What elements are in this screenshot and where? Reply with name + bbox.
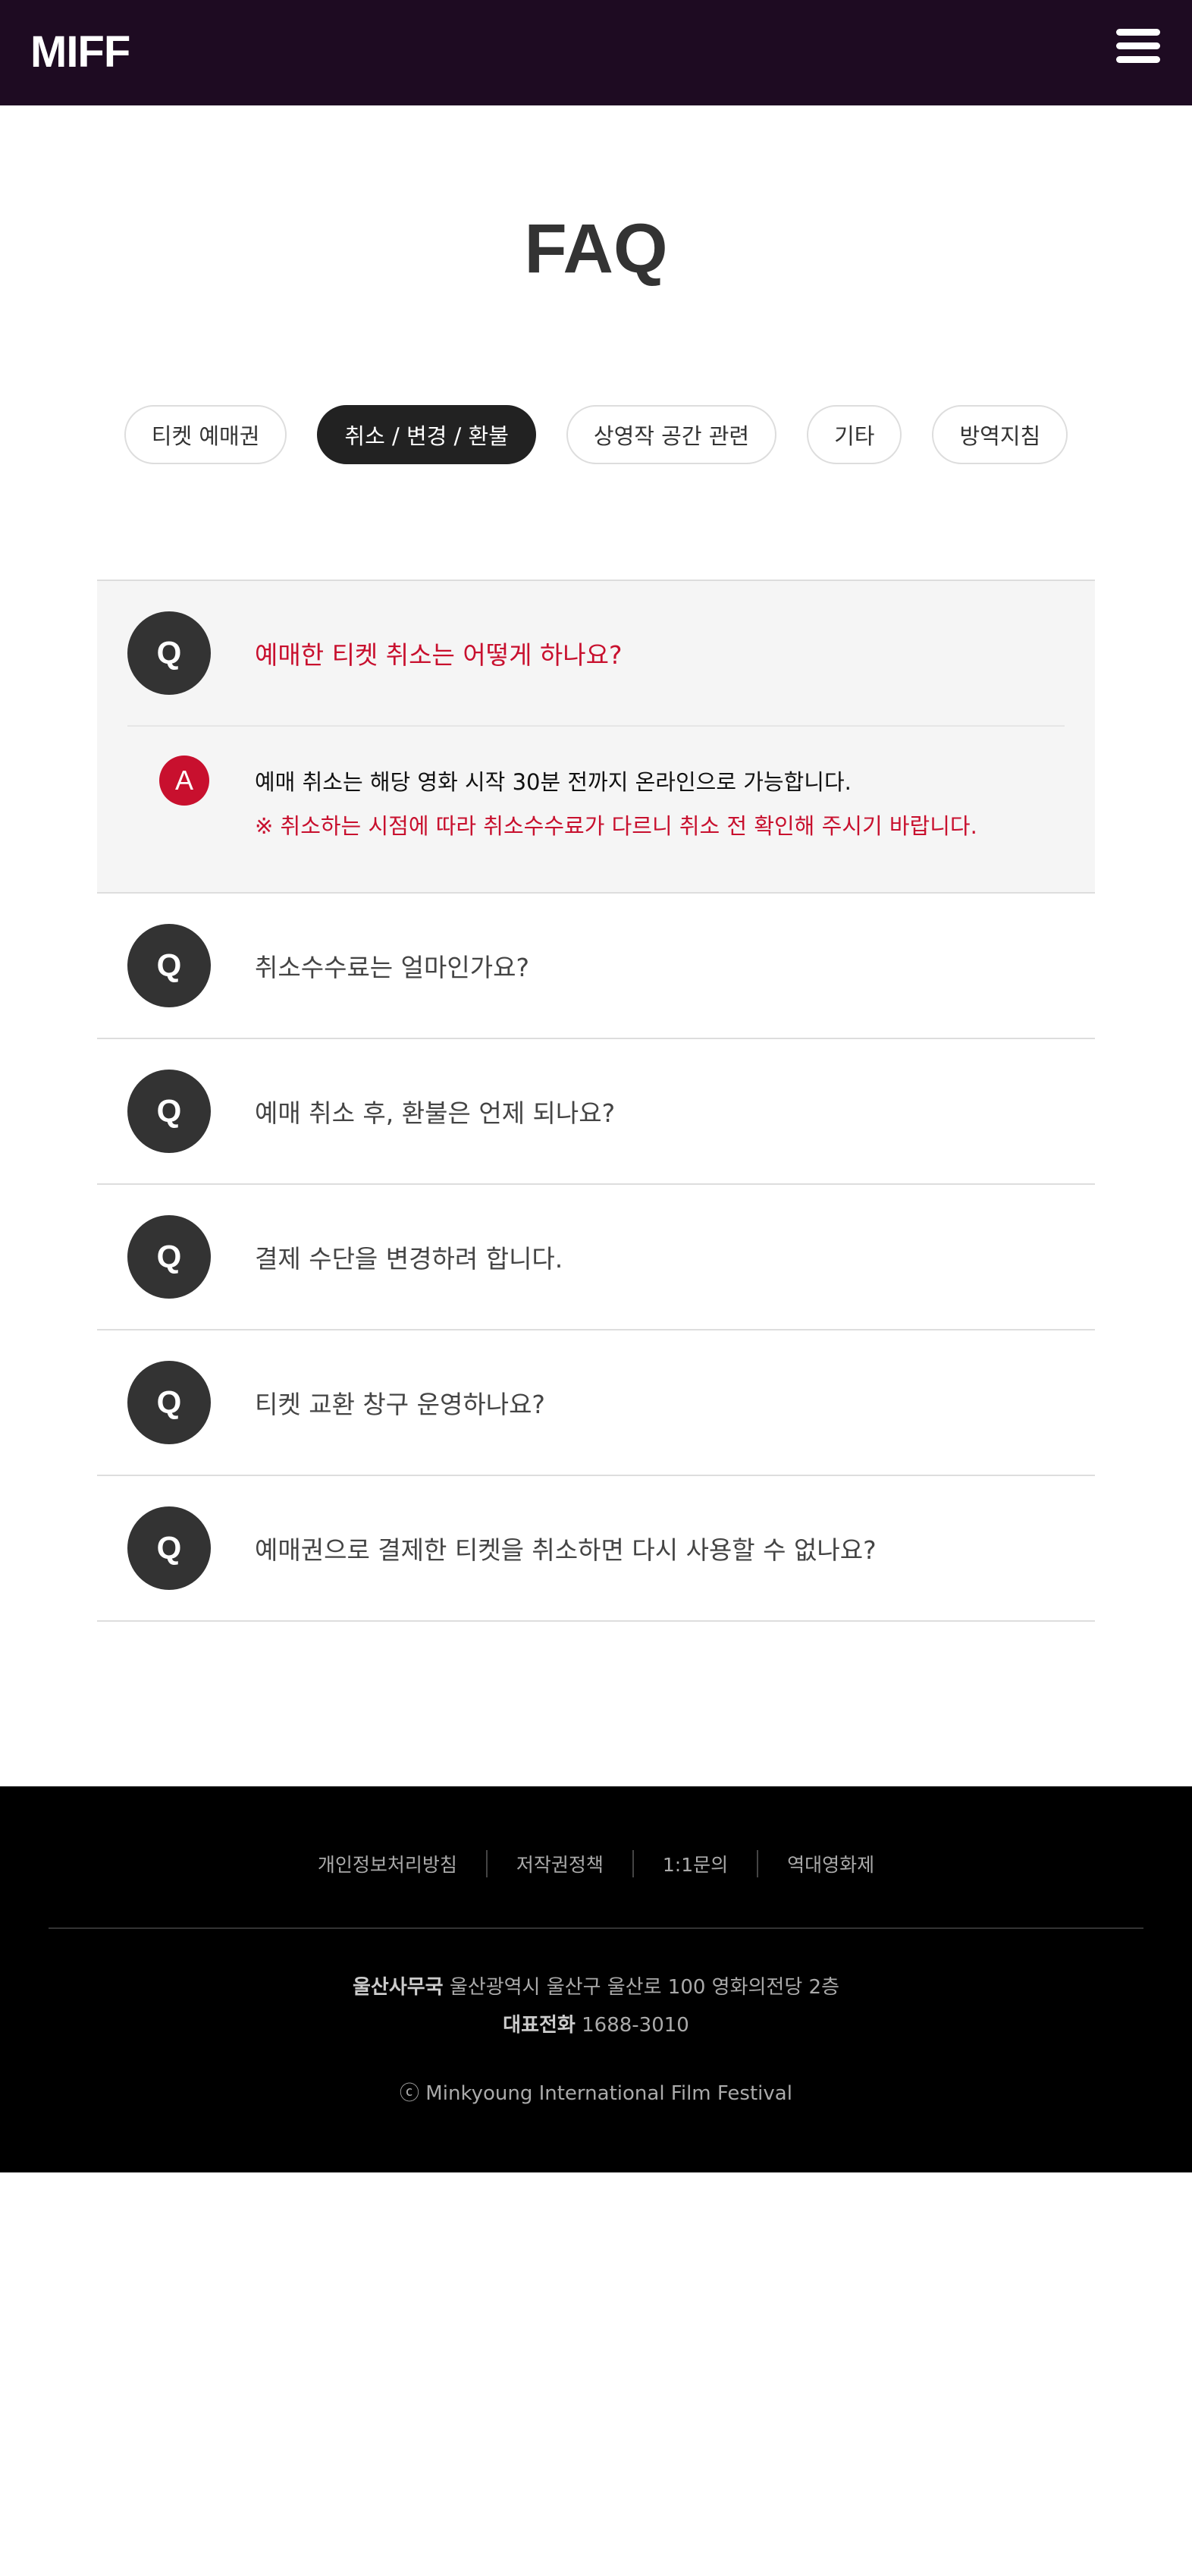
phone-label: 대표전화 (503, 2014, 576, 2037)
question-badge: Q (127, 1070, 211, 1153)
question-badge: Q (127, 1506, 211, 1590)
footer-link-privacy[interactable]: 개인정보처리방침 (289, 1850, 486, 1877)
faq-question-row[interactable]: Q 예매권으로 결제한 티켓을 취소하면 다시 사용할 수 없나요? (97, 1476, 1095, 1620)
answer-badge: A (159, 756, 209, 806)
footer-divider (49, 1927, 1143, 1929)
faq-answer: A 예매 취소는 해당 영화 시작 30분 전까지 온라인으로 가능합니다. ※… (127, 725, 1065, 892)
answer-body: 예매 취소는 해당 영화 시작 30분 전까지 온라인으로 가능합니다. (255, 769, 852, 795)
tab-cancel-change-refund[interactable]: 취소 / 변경 / 환불 (317, 405, 536, 464)
question-badge: Q (127, 924, 211, 1007)
office-address: 울산광역시 울산구 울산로 100 영화의전당 2층 (449, 1976, 839, 1999)
question-badge: Q (127, 1361, 211, 1444)
faq-item: Q 예매 취소 후, 환불은 언제 되나요? (97, 1039, 1095, 1185)
question-badge: Q (127, 611, 211, 695)
tab-ticket-voucher[interactable]: 티켓 예매권 (124, 405, 287, 464)
faq-question-row[interactable]: Q 취소수수료는 얼마인가요? (97, 894, 1095, 1038)
tab-etc[interactable]: 기타 (807, 405, 902, 464)
menu-bar (1116, 56, 1160, 63)
page-title: FAQ (524, 210, 668, 287)
faq-category-tabs: 티켓 예매권 취소 / 변경 / 환불 상영작 공간 관련 기타 방역지침 (0, 405, 1192, 464)
faq-answer-text: 예매 취소는 해당 영화 시작 30분 전까지 온라인으로 가능합니다. ※ 취… (255, 760, 977, 848)
faq-question-row[interactable]: Q 예매 취소 후, 환불은 언제 되나요? (97, 1039, 1095, 1183)
faq-question: 예매권으로 결제한 티켓을 취소하면 다시 사용할 수 없나요? (255, 1535, 877, 1565)
faq-item: Q 예매권으로 결제한 티켓을 취소하면 다시 사용할 수 없나요? (97, 1476, 1095, 1622)
faq-question: 예매 취소 후, 환불은 언제 되나요? (255, 1098, 616, 1128)
faq-question-row[interactable]: Q 티켓 교환 창구 운영하나요? (97, 1330, 1095, 1475)
faq-item: Q 결제 수단을 변경하려 합니다. (97, 1185, 1095, 1330)
faq-item: Q 티켓 교환 창구 운영하나요? (97, 1330, 1095, 1476)
hamburger-menu-icon[interactable] (1115, 27, 1162, 65)
site-footer: 개인정보처리방침 저작권정책 1:1문의 역대영화제 울산사무국 울산광역시 울… (0, 1786, 1192, 2172)
office-address-line: 울산사무국 울산광역시 울산구 울산로 100 영화의전당 2층 (0, 1968, 1192, 2006)
faq-question: 취소수수료는 얼마인가요? (255, 953, 529, 982)
question-badge: Q (127, 1215, 211, 1299)
answer-note: ※ 취소하는 시점에 따라 취소수수료가 다르니 취소 전 확인해 주시기 바랍… (255, 813, 977, 839)
faq-item: Q 취소수수료는 얼마인가요? (97, 894, 1095, 1039)
site-logo[interactable]: MIFF (30, 27, 130, 77)
tab-quarantine-guide[interactable]: 방역지침 (932, 405, 1068, 464)
office-label: 울산사무국 (352, 1976, 444, 1999)
footer-link-inquiry[interactable]: 1:1문의 (634, 1850, 757, 1877)
copyright: ⓒ Minkyoung International Film Festival (400, 2082, 792, 2105)
menu-bar (1116, 42, 1160, 49)
phone-line: 대표전화 1688-3010 (0, 2006, 1192, 2044)
faq-list: Q 예매한 티켓 취소는 어떻게 하나요? A 예매 취소는 해당 영화 시작 … (97, 580, 1095, 1622)
footer-links: 개인정보처리방침 저작권정책 1:1문의 역대영화제 (0, 1850, 1192, 1877)
menu-bar (1116, 29, 1160, 36)
faq-question: 티켓 교환 창구 운영하나요? (255, 1390, 545, 1419)
faq-question: 예매한 티켓 취소는 어떻게 하나요? (255, 640, 623, 670)
footer-link-copyright-policy[interactable]: 저작권정책 (488, 1850, 632, 1877)
faq-item: Q 예매한 티켓 취소는 어떻게 하나요? A 예매 취소는 해당 영화 시작 … (97, 581, 1095, 894)
site-header: MIFF (0, 0, 1192, 105)
tab-screening-venue[interactable]: 상영작 공간 관련 (566, 405, 777, 464)
faq-question-row[interactable]: Q 결제 수단을 변경하려 합니다. (97, 1185, 1095, 1329)
faq-question: 결제 수단을 변경하려 합니다. (255, 1244, 563, 1274)
faq-question-row[interactable]: Q 예매한 티켓 취소는 어떻게 하나요? (97, 581, 1095, 725)
footer-contact-info: 울산사무국 울산광역시 울산구 울산로 100 영화의전당 2층 대표전화 16… (0, 1968, 1192, 2044)
phone-number: 1688-3010 (582, 2014, 689, 2037)
footer-link-past-festivals[interactable]: 역대영화제 (758, 1850, 903, 1877)
